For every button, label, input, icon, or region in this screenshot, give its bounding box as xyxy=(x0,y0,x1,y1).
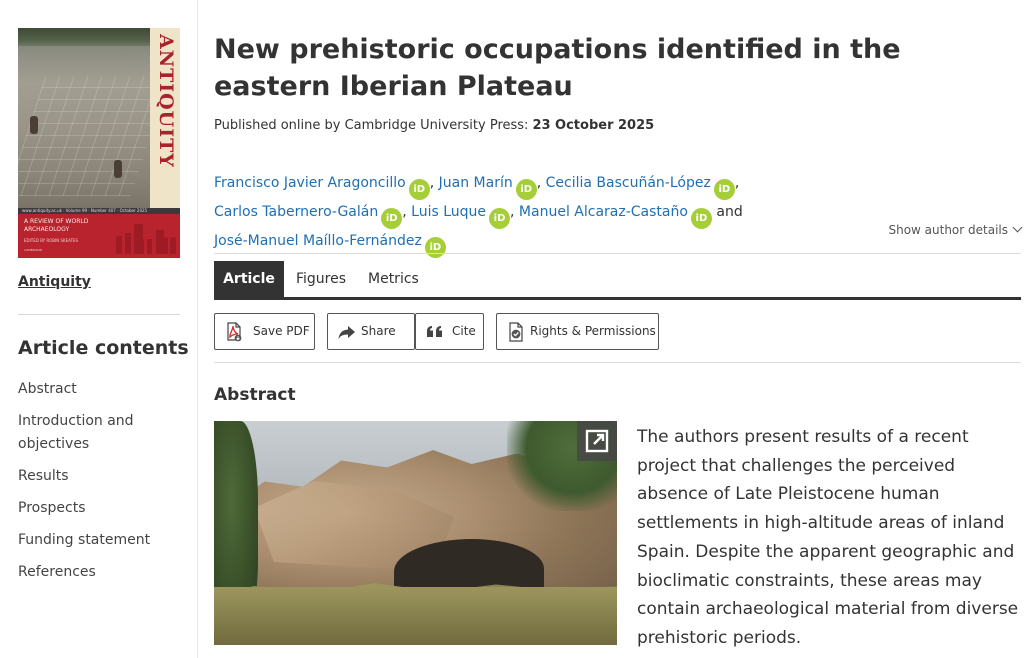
author-separator: , xyxy=(402,204,407,220)
cover-band: A REVIEW OF WORLD ARCHAEOLOGY EDITED BY … xyxy=(18,214,180,258)
article-tabs: Article Figures Metrics xyxy=(214,261,1021,300)
orcid-icon[interactable]: iD xyxy=(489,208,511,229)
contents-item-abstract[interactable]: Abstract xyxy=(18,378,188,401)
tab-figures[interactable]: Figures xyxy=(296,261,346,297)
contents-item-results[interactable]: Results xyxy=(18,465,188,488)
rights-permissions-button[interactable]: Rights & Permissions xyxy=(496,313,659,350)
pdf-icon xyxy=(227,322,242,342)
author-link[interactable]: Francisco Javier Aragoncillo xyxy=(214,175,406,191)
orcid-icon[interactable]: iD xyxy=(713,179,735,200)
share-button[interactable]: Share xyxy=(327,313,415,350)
author-link[interactable]: Luis Luque xyxy=(411,204,486,220)
orcid-icon[interactable]: iD xyxy=(690,208,712,229)
chevron-down-icon xyxy=(1012,222,1023,233)
share-label: Share xyxy=(361,324,396,338)
figure-grass xyxy=(214,587,617,645)
save-pdf-button[interactable]: Save PDF xyxy=(214,313,315,350)
author-link[interactable]: Cecilia Bascuñán-López xyxy=(546,175,711,191)
orcid-icon[interactable]: iD xyxy=(424,237,446,258)
published-line: Published online by Cambridge University… xyxy=(214,118,654,133)
left-sidebar: ANTIQUITY www.antiquity.ac.uk · Volume 9… xyxy=(0,0,198,658)
orcid-icon[interactable]: iD xyxy=(381,208,403,229)
published-date: 23 October 2025 xyxy=(532,118,655,133)
author-link[interactable]: Manuel Alcaraz-Castaño xyxy=(519,204,688,220)
cover-title: ANTIQUITY xyxy=(155,34,177,168)
quote-icon xyxy=(427,326,442,337)
cover-publisher: CAMBRIDGE xyxy=(24,248,43,252)
cover-person-figure xyxy=(114,160,122,178)
article-main: New prehistoric occupations identified i… xyxy=(214,0,1023,658)
tab-metrics[interactable]: Metrics xyxy=(368,261,419,297)
author-list: Francisco Javier Aragoncillo iD, Juan Mar… xyxy=(214,171,774,258)
tab-article[interactable]: Article xyxy=(214,261,284,297)
author-separator: and xyxy=(716,204,743,220)
journal-link[interactable]: Antiquity xyxy=(18,274,91,290)
show-author-details-label: Show author details xyxy=(888,223,1008,237)
author-link[interactable]: Carlos Tabernero-Galán xyxy=(214,204,378,220)
published-label: Published online by Cambridge University… xyxy=(214,118,529,133)
author-separator: , xyxy=(734,175,740,191)
cover-person-figure xyxy=(30,116,38,134)
sidebar-divider xyxy=(18,314,180,315)
cite-button[interactable]: Cite xyxy=(415,313,484,350)
cover-subtitle: A REVIEW OF WORLD ARCHAEOLOGY xyxy=(24,218,89,233)
cover-title-panel: ANTIQUITY xyxy=(150,28,180,214)
show-author-details-button[interactable]: Show author details xyxy=(888,222,1023,237)
contents-item-introduction[interactable]: Introduction and objectives xyxy=(18,410,188,456)
divider xyxy=(214,253,1021,254)
cover-city-graphic xyxy=(116,224,176,254)
author-separator: , xyxy=(429,175,435,191)
journal-cover-image[interactable]: ANTIQUITY www.antiquity.ac.uk · Volume 9… xyxy=(18,28,180,258)
divider xyxy=(214,362,1021,363)
rights-permissions-label: Rights & Permissions xyxy=(530,324,656,338)
cover-excavation-photo xyxy=(18,28,150,214)
orcid-icon[interactable]: iD xyxy=(408,179,430,200)
permissions-icon xyxy=(509,322,523,342)
cover-editor: EDITED BY ROBIN SKEATES xyxy=(24,238,79,243)
article-contents-title: Article contents xyxy=(18,337,189,359)
expand-image-button[interactable] xyxy=(577,421,617,461)
share-icon xyxy=(338,326,355,339)
article-contents-list: Abstract Introduction and objectives Res… xyxy=(18,378,188,593)
contents-item-prospects[interactable]: Prospects xyxy=(18,497,188,520)
abstract-figure-image[interactable] xyxy=(214,421,617,645)
save-pdf-label: Save PDF xyxy=(253,324,310,338)
abstract-text: The authors present results of a recent … xyxy=(637,427,1019,648)
author-link[interactable]: José-Manuel Maíllo-Fernández xyxy=(214,233,422,249)
contents-item-funding[interactable]: Funding statement xyxy=(18,529,188,552)
orcid-icon[interactable]: iD xyxy=(515,179,537,200)
author-separator: , xyxy=(510,204,515,220)
expand-icon xyxy=(585,429,609,453)
author-link[interactable]: Juan Marín xyxy=(439,175,513,191)
contents-item-references[interactable]: References xyxy=(18,561,188,584)
abstract-heading: Abstract xyxy=(214,385,296,405)
author-separator: , xyxy=(536,175,542,191)
article-title: New prehistoric occupations identified i… xyxy=(214,34,901,102)
cite-label: Cite xyxy=(452,324,476,338)
